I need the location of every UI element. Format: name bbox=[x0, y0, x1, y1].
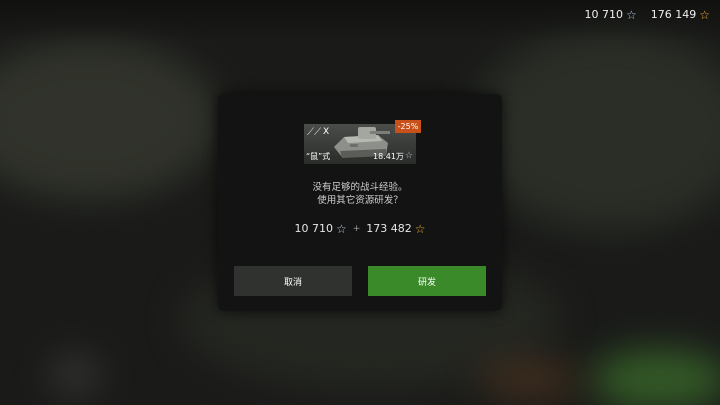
silver-star-icon: ☆ bbox=[335, 221, 347, 236]
message-line-1: 没有足够的战斗经验。 bbox=[312, 182, 408, 193]
research-cost-value: 18.41万 bbox=[373, 152, 404, 161]
experience-star-icon: ☆ bbox=[404, 151, 413, 161]
cost-gold-amount: 173 482 bbox=[366, 222, 412, 235]
alternative-cost: 10 710 ☆ + 173 482 ☆ bbox=[218, 222, 502, 235]
cancel-button[interactable]: 取消 bbox=[234, 266, 352, 296]
nation-emblem-icon: ⟋⟋ bbox=[307, 127, 321, 138]
dialog-message: 没有足够的战斗经验。 使用其它资源研发？ bbox=[218, 181, 502, 207]
silver-star-icon: ☆ bbox=[625, 7, 637, 22]
gold-star-icon: ☆ bbox=[699, 7, 710, 22]
cost-silver-amount: 10 710 bbox=[294, 222, 333, 235]
gold-balance: 176 149 ☆ bbox=[651, 8, 710, 21]
vehicle-name: “鼠”式 bbox=[306, 152, 331, 161]
vehicle-research-cost: 18.41万 ☆ bbox=[373, 151, 413, 162]
discount-badge: -25% bbox=[395, 120, 421, 133]
silver-balance: 10 710 ☆ bbox=[584, 8, 636, 21]
research-button[interactable]: 研发 bbox=[368, 266, 486, 296]
tier-label: X bbox=[323, 127, 330, 137]
gold-amount: 176 149 bbox=[650, 8, 697, 21]
plus-sign: + bbox=[352, 223, 361, 234]
gold-star-icon: ☆ bbox=[414, 221, 426, 236]
message-line-2: 使用其它资源研发？ bbox=[317, 195, 403, 206]
currency-bar: 10 710 ☆ 176 149 ☆ bbox=[584, 8, 710, 21]
silver-amount: 10 710 bbox=[584, 8, 623, 21]
research-dialog: ⟋⟋ X “鼠”式 18.41万 ☆ -25% 没有足够的战斗经验。 使用其它资… bbox=[218, 94, 502, 311]
